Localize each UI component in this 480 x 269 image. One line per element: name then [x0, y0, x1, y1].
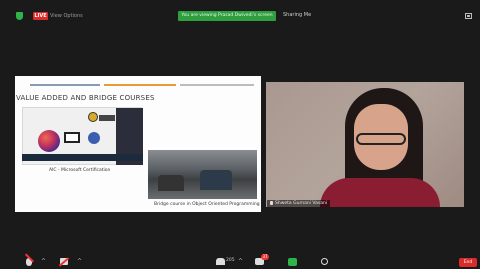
- sharing-menu[interactable]: Sharing Me: [283, 12, 311, 18]
- security-shield-icon[interactable]: [16, 12, 23, 20]
- globe-icon: [38, 130, 60, 152]
- video-options-caret-icon[interactable]: ^: [77, 258, 82, 265]
- participant-name-tag: Shweta Gurnani Vasani: [267, 200, 331, 207]
- screen-share-banner: You are viewing Prasad Dwivedi's screen: [178, 11, 276, 21]
- badge-logo-icon: [88, 112, 98, 122]
- participant-name: Shweta Gurnani Vasani: [275, 201, 328, 206]
- end-meeting-button[interactable]: End: [459, 258, 477, 267]
- participants-count[interactable]: 205: [226, 258, 235, 263]
- classroom-people-image: [200, 170, 232, 190]
- participant-shirt: [320, 178, 440, 207]
- reactions-icon[interactable]: [321, 258, 328, 265]
- participant-glasses: [356, 133, 406, 145]
- share-screen-icon[interactable]: [288, 258, 297, 266]
- mic-icon: [270, 201, 273, 205]
- microsoft-logo-image: [99, 115, 115, 121]
- slide-bar-blue: [30, 84, 100, 86]
- slide-title: VALUE ADDED AND BRIDGE COURSES: [16, 94, 155, 102]
- view-options-menu[interactable]: View Options: [50, 13, 83, 19]
- presentation-screen-icon: [64, 132, 80, 143]
- slide-bar-orange: [104, 84, 176, 86]
- classroom-people-image: [158, 175, 184, 191]
- audio-options-caret-icon[interactable]: ^: [41, 258, 46, 265]
- participants-icon[interactable]: [216, 258, 225, 265]
- live-badge[interactable]: LIVE: [33, 12, 48, 20]
- profile-circle-icon: [88, 132, 100, 144]
- slide-bar-gray: [180, 84, 254, 86]
- participants-caret-icon[interactable]: ^: [238, 258, 243, 265]
- slide-caption-left: AIC - Microsoft Certification: [49, 168, 111, 173]
- view-layout-icon[interactable]: [465, 13, 472, 19]
- slide-caption-right: Bridge course in Object Oriented Program…: [154, 202, 260, 207]
- chat-unread-badge: 37: [261, 254, 269, 260]
- windows-taskbar-image: [22, 154, 143, 161]
